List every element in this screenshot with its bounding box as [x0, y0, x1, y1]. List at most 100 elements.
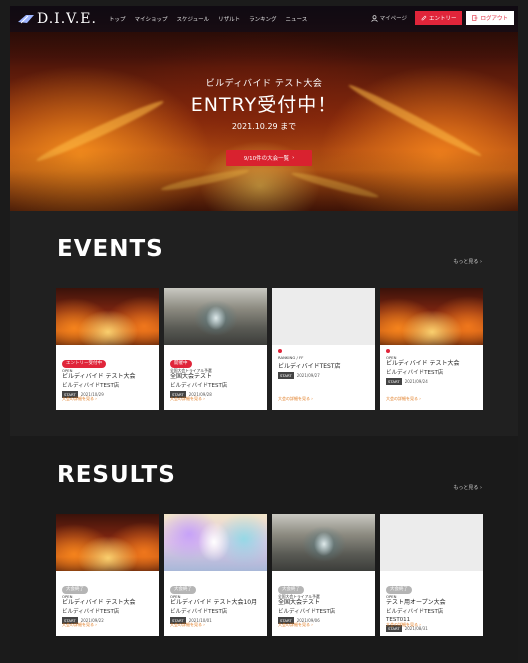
detail-label: 大会の詳細を見る [170, 622, 202, 627]
mypage-link[interactable]: マイページ [370, 14, 407, 22]
event-shop: ビルディバイドTEST店 [386, 609, 444, 615]
result-thumbnail [56, 514, 159, 571]
event-card[interactable]: OPEN ビルディバイド テスト大会 ビルディバイドTEST店 START 20… [380, 288, 483, 410]
event-detail-link[interactable]: 大会の詳細を見る › [170, 396, 205, 402]
status-dot [386, 349, 390, 353]
detail-label: 大会の詳細を見る [278, 396, 310, 401]
event-title: 全国大会テスト [170, 373, 213, 380]
event-shop: ビルディバイドTEST店 [170, 383, 228, 389]
logo-text: D.I.V.E. [37, 11, 97, 27]
result-thumbnail [272, 514, 375, 571]
tournament-list-button[interactable]: 9/10件の大会一覧 › [226, 150, 312, 166]
status-badge: エントリー受付中 [62, 360, 106, 368]
event-shop: ビルディバイドTEST店 [62, 383, 120, 389]
event-thumbnail [272, 288, 375, 345]
events-more-label: もっと見る [453, 259, 479, 265]
logout-label: ログアウト [480, 16, 508, 22]
event-thumbnail [56, 288, 159, 345]
result-detail-link[interactable]: 大会の詳細を見る › [62, 622, 97, 628]
hero-title: ENTRY受付中！ [190, 94, 338, 116]
results-section: RESULTS もっと見る › 大会終了 OPEN ビルディバイド テスト大会 … [10, 436, 518, 663]
chevron-right-icon: › [418, 622, 421, 627]
card-body: 開催中 全国大会トライアル予選 全国大会テスト ビルディバイドTEST店 STA… [164, 345, 267, 398]
detail-label: 大会の詳細を見る [170, 396, 202, 401]
event-card[interactable]: エントリー受付中 OPEN ビルディバイド テスト大会 ビルディバイドTEST店… [56, 288, 159, 410]
detail-label: 大会の詳細を見る [278, 622, 310, 627]
status-badge: 大会終了 [386, 586, 412, 594]
chevron-right-icon: › [310, 622, 313, 627]
result-detail-link[interactable]: 大会の詳細を見る › [386, 622, 421, 628]
status-badge: 大会終了 [62, 586, 88, 594]
detail-label: 大会の詳細を見る [62, 396, 94, 401]
events-section: EVENTS もっと見る › エントリー受付中 OPEN ビルディバイド テスト… [10, 211, 518, 436]
event-detail-link[interactable]: 大会の詳細を見る › [278, 396, 313, 402]
card-body: 大会終了 全国大会トライアル予選 全国大会テスト ビルディバイドTEST店 ST… [272, 571, 375, 624]
nav-link-result[interactable]: リザルト [218, 15, 240, 23]
result-thumbnail [164, 514, 267, 571]
start-row: START 2021/09/27 [278, 372, 369, 379]
chevron-right-icon: › [480, 259, 482, 265]
result-card[interactable]: 大会終了 OPEN テスト用オープン大会 ビルディバイドTEST店 TEST01… [380, 514, 483, 636]
result-card[interactable]: 大会終了 全国大会トライアル予選 全国大会テスト ビルディバイドTEST店 ST… [272, 514, 375, 636]
entry-button[interactable]: エントリー [414, 11, 463, 25]
nav-link-schedule[interactable]: スケジュール [176, 15, 209, 23]
start-date: 2021/09/24 [404, 379, 428, 384]
results-more-link[interactable]: もっと見る › [453, 484, 482, 491]
chevron-right-icon: › [418, 396, 421, 401]
mypage-label: マイページ [379, 16, 407, 22]
event-shop: ビルディバイドTEST店 [278, 609, 336, 615]
event-card[interactable]: RANKING / FF ビルディバイドTEST店 START 2021/09/… [272, 288, 375, 410]
event-title: ビルディバイド テスト大会 [62, 373, 136, 380]
card-body: RANKING / FF ビルディバイドTEST店 START 2021/09/… [272, 345, 375, 379]
event-thumbnail [380, 288, 483, 345]
page-frame: D.I.V.E. トップ マイショップ スケジュール リザルト ランキング ニュ… [10, 6, 518, 663]
detail-label: 大会の詳細を見る [62, 622, 94, 627]
chevron-right-icon: › [480, 485, 482, 491]
start-date: 2021/09/27 [296, 373, 320, 378]
result-card[interactable]: 大会終了 OPEN ビルディバイド テスト大会10月 ビルディバイドTEST店 … [164, 514, 267, 636]
card-body: 大会終了 OPEN ビルディバイド テスト大会 ビルディバイドTEST店 STA… [56, 571, 159, 624]
pencil-icon [421, 15, 427, 21]
events-title: EVENTS [57, 236, 164, 262]
nav-link-myshop[interactable]: マイショップ [134, 15, 167, 23]
logo[interactable]: D.I.V.E. [18, 11, 97, 27]
nav-link-top[interactable]: トップ [109, 15, 126, 23]
event-type: RANKING / FF [278, 355, 304, 360]
chevron-right-icon: › [202, 396, 205, 401]
nav-link-news[interactable]: ニュース [285, 15, 307, 23]
results-more-label: もっと見る [453, 485, 479, 491]
event-title: ビルディバイド テスト大会 [62, 599, 136, 606]
nav-actions: マイページ エントリー ログアウト [370, 11, 514, 25]
card-body: OPEN ビルディバイド テスト大会 ビルディバイドTEST店 START 20… [380, 345, 483, 385]
events-more-link[interactable]: もっと見る › [453, 258, 482, 265]
chevron-right-icon: › [202, 622, 205, 627]
chevron-right-icon: › [310, 396, 313, 401]
event-detail-link[interactable]: 大会の詳細を見る › [62, 396, 97, 402]
event-card[interactable]: 開催中 全国大会トライアル予選 全国大会テスト ビルディバイドTEST店 STA… [164, 288, 267, 410]
results-title: RESULTS [57, 462, 176, 488]
hero-subtitle: ビルディバイド テスト大会 [205, 79, 323, 89]
results-card-list: 大会終了 OPEN ビルディバイド テスト大会 ビルディバイドTEST店 STA… [56, 514, 483, 636]
event-detail-link[interactable]: 大会の詳細を見る › [386, 396, 421, 402]
result-detail-link[interactable]: 大会の詳細を見る › [278, 622, 313, 628]
event-title: 全国大会テスト [278, 599, 321, 606]
event-title: ビルディバイドTEST店 [278, 363, 341, 370]
nav-links: トップ マイショップ スケジュール リザルト ランキング ニュース [109, 15, 307, 23]
result-detail-link[interactable]: 大会の詳細を見る › [170, 622, 205, 628]
start-label: START [386, 378, 402, 385]
event-shop: ビルディバイドTEST店 [170, 609, 228, 615]
event-title: ビルディバイド テスト大会 [386, 360, 460, 367]
status-dot [278, 349, 282, 353]
status-badge: 開催中 [170, 360, 192, 368]
result-card[interactable]: 大会終了 OPEN ビルディバイド テスト大会 ビルディバイドTEST店 STA… [56, 514, 159, 636]
event-title: ビルディバイド テスト大会10月 [170, 599, 258, 606]
start-row: START 2021/09/24 [386, 378, 477, 385]
user-icon [370, 14, 378, 22]
chevron-right-icon: › [292, 155, 295, 161]
tournament-list-label: 9/10件の大会一覧 [243, 156, 290, 162]
dive-logo-icon [18, 15, 34, 24]
logout-button[interactable]: ログアウト [466, 11, 514, 25]
entry-label: エントリー [428, 16, 457, 22]
nav-link-ranking[interactable]: ランキング [249, 15, 276, 23]
hero-deadline: 2021.10.29 まで [231, 122, 297, 131]
